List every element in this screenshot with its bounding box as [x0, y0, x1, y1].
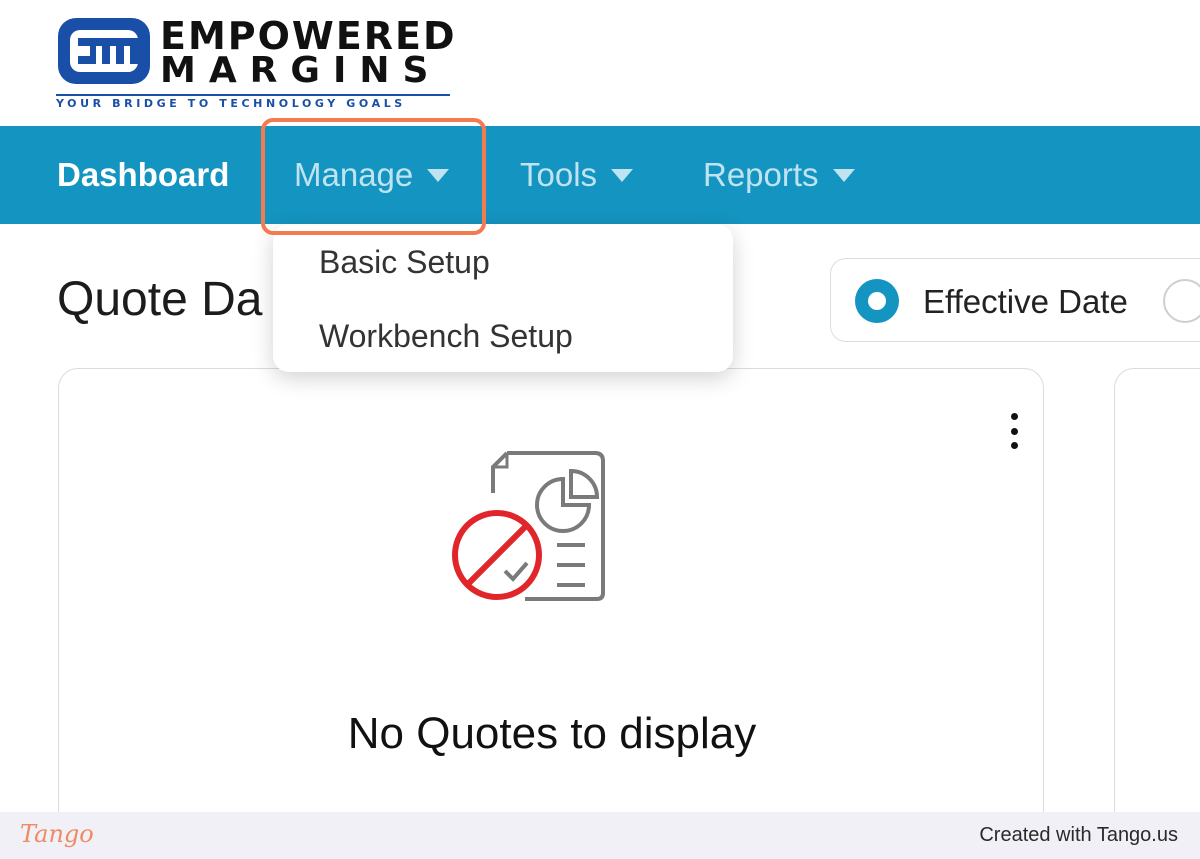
logo[interactable]: EMPOWERED MARGINS YOUR BRIDGE TO TECHNOL…	[56, 14, 456, 110]
manage-dropdown-menu: Basic Setup Workbench Setup	[273, 224, 733, 372]
tango-brand: Tango	[20, 820, 94, 848]
alternate-date-radio[interactable]	[1163, 279, 1200, 323]
nav-item-label: Reports	[703, 156, 819, 193]
kebab-menu-icon[interactable]	[999, 413, 1029, 449]
nav-item-reports[interactable]: Reports	[703, 126, 855, 224]
nav-item-label: Tools	[520, 156, 598, 193]
nav-item-dashboard[interactable]: Dashboard	[57, 126, 229, 224]
logo-tagline: YOUR BRIDGE TO TECHNOLOGY GOALS	[56, 94, 450, 110]
secondary-card	[1114, 368, 1200, 859]
caret-down-icon	[832, 168, 855, 182]
tango-footer: Tango Created with Tango.us	[0, 812, 1200, 859]
nav-item-tools[interactable]: Tools	[520, 126, 634, 224]
quotes-card: No Quotes to display	[58, 368, 1044, 859]
effective-date-radio[interactable]	[855, 279, 899, 323]
logo-line-2: MARGINS	[160, 50, 442, 91]
created-with-text: Created with Tango.us	[979, 824, 1178, 846]
app-window: EMPOWERED MARGINS YOUR BRIDGE TO TECHNOL…	[0, 0, 1200, 859]
header: EMPOWERED MARGINS YOUR BRIDGE TO TECHNOL…	[0, 0, 1200, 126]
tutorial-highlight-box	[261, 118, 486, 235]
nav-item-label: Dashboard	[57, 156, 230, 193]
caret-down-icon	[611, 168, 634, 182]
empty-state-message: No Quotes to display	[347, 709, 757, 758]
menu-item-workbench-setup[interactable]: Workbench Setup	[319, 318, 573, 355]
date-filter-toggle: Effective Date	[830, 258, 1200, 342]
em-logo-icon	[58, 18, 150, 84]
effective-date-label[interactable]: Effective Date	[923, 283, 1128, 321]
menu-item-basic-setup[interactable]: Basic Setup	[319, 244, 490, 281]
no-report-icon	[452, 451, 605, 601]
main-nav: Dashboard Manage Tools Reports	[0, 126, 1200, 224]
page-title: Quote Da	[57, 273, 263, 326]
